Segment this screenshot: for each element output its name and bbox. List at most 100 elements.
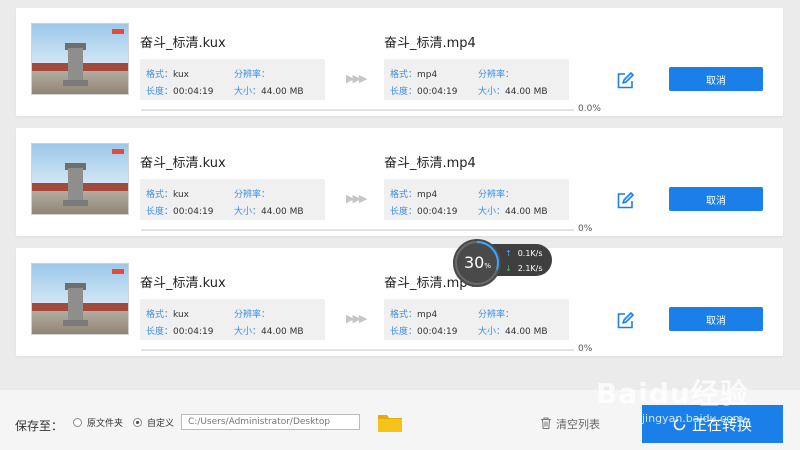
clear-list-button[interactable]: 清空列表 xyxy=(540,416,600,432)
format-field: 格式：kux xyxy=(146,307,189,320)
task-card: 奋斗_标清.kux 格式：kux 分辨率： 长度：00:04:19 大小：44.… xyxy=(16,248,783,356)
progress-percent-value: 30% xyxy=(464,253,492,272)
duration-field: 长度：00:04:19 xyxy=(146,204,213,217)
duration-value: 00:04:19 xyxy=(417,207,458,217)
format-label: 格式： xyxy=(390,310,418,320)
size-label: 大小： xyxy=(234,87,262,97)
format-field: 格式：mp4 xyxy=(390,187,437,200)
duration-field: 长度：00:04:19 xyxy=(390,324,457,337)
video-thumbnail xyxy=(31,23,129,95)
resolution-field: 分辨率： xyxy=(478,67,514,80)
progress-bar xyxy=(141,229,574,231)
upload-speed: ↑ 0.1K/s xyxy=(505,249,543,258)
resolution-field: 分辨率： xyxy=(234,187,270,200)
resolution-label: 分辨率： xyxy=(478,190,515,200)
radio-original-folder[interactable] xyxy=(73,418,82,427)
format-field: 格式：kux xyxy=(146,67,189,80)
size-label: 大小： xyxy=(478,207,506,217)
format-value: mp4 xyxy=(417,190,438,200)
speed-widget[interactable]: 30% ↑ 0.1K/s ↓ 2.1K/s xyxy=(453,239,553,287)
source-meta: 格式：kux 分辨率： 长度：00:04:19 大小：44.00 MB xyxy=(140,299,325,340)
watermark-url: jingyan.baidu.com xyxy=(642,412,744,425)
duration-value: 00:04:19 xyxy=(173,87,214,97)
source-meta: 格式：kux 分辨率： 长度：00:04:19 大小：44.00 MB xyxy=(140,59,325,100)
target-meta: 格式：mp4 分辨率： 长度：00:04:19 大小：44.00 MB xyxy=(384,59,569,100)
progress-bar xyxy=(141,349,574,351)
duration-label: 长度： xyxy=(390,207,418,217)
radio-original-folder-label[interactable]: 原文件夹 xyxy=(87,416,123,429)
size-field: 大小：44.00 MB xyxy=(478,324,548,337)
resolution-label: 分辨率： xyxy=(478,70,515,80)
format-field: 格式：mp4 xyxy=(390,67,437,80)
resolution-field: 分辨率： xyxy=(234,307,270,320)
resolution-field: 分辨率： xyxy=(478,187,514,200)
arrows-icon: ▶▶▶ xyxy=(346,312,367,325)
size-field: 大小：44.00 MB xyxy=(234,324,304,337)
size-value: 44.00 MB xyxy=(505,207,548,217)
size-value: 44.00 MB xyxy=(261,207,304,217)
target-meta: 格式：mp4 分辨率： 长度：00:04:19 大小：44.00 MB xyxy=(384,179,569,220)
radio-custom-folder[interactable] xyxy=(133,418,142,427)
arrows-icon: ▶▶▶ xyxy=(346,192,367,205)
arrow-down-icon: ↓ xyxy=(505,264,512,273)
output-path-field[interactable] xyxy=(181,414,360,430)
cancel-button[interactable]: 取消 xyxy=(669,67,763,91)
trash-icon xyxy=(541,417,551,429)
edit-icon[interactable] xyxy=(616,192,634,210)
target-filename: 奋斗_标清.mp4 xyxy=(384,36,476,51)
cancel-button[interactable]: 取消 xyxy=(669,307,763,331)
duration-field: 长度：00:04:19 xyxy=(390,204,457,217)
duration-label: 长度： xyxy=(146,87,174,97)
cancel-button[interactable]: 取消 xyxy=(669,187,763,211)
format-label: 格式： xyxy=(146,190,174,200)
size-label: 大小： xyxy=(478,87,506,97)
download-speed: ↓ 2.1K/s xyxy=(505,264,543,273)
resolution-label: 分辨率： xyxy=(234,310,271,320)
size-value: 44.00 MB xyxy=(505,87,548,97)
format-label: 格式： xyxy=(146,70,174,80)
size-value: 44.00 MB xyxy=(505,327,548,337)
size-value: 44.00 MB xyxy=(261,327,304,337)
duration-value: 00:04:19 xyxy=(417,87,458,97)
source-filename: 奋斗_标清.kux xyxy=(140,276,226,291)
format-label: 格式： xyxy=(146,310,174,320)
duration-label: 长度： xyxy=(146,327,174,337)
duration-value: 00:04:19 xyxy=(417,327,458,337)
resolution-label: 分辨率： xyxy=(234,70,271,80)
resolution-field: 分辨率： xyxy=(478,307,514,320)
folder-icon[interactable] xyxy=(377,411,403,433)
progress-percent: 0% xyxy=(578,224,593,234)
arrows-icon: ▶▶▶ xyxy=(346,72,367,85)
size-label: 大小： xyxy=(234,327,262,337)
duration-label: 长度： xyxy=(146,207,174,217)
format-value: kux xyxy=(173,310,189,320)
edit-icon[interactable] xyxy=(616,72,634,90)
format-value: mp4 xyxy=(417,310,438,320)
arrow-up-icon: ↑ xyxy=(505,249,512,258)
radio-custom-folder-label[interactable]: 自定义 xyxy=(147,416,174,429)
task-card: 奋斗_标清.kux 格式：kux 分辨率： 长度：00:04:19 大小：44.… xyxy=(16,8,783,116)
edit-icon[interactable] xyxy=(616,312,634,330)
duration-value: 00:04:19 xyxy=(173,207,214,217)
size-field: 大小：44.00 MB xyxy=(478,204,548,217)
size-field: 大小：44.00 MB xyxy=(234,84,304,97)
duration-field: 长度：00:04:19 xyxy=(390,84,457,97)
resolution-label: 分辨率： xyxy=(234,190,271,200)
format-value: mp4 xyxy=(417,70,438,80)
duration-label: 长度： xyxy=(390,327,418,337)
save-to-label: 保存至： xyxy=(15,419,64,433)
format-field: 格式：kux xyxy=(146,187,189,200)
video-thumbnail xyxy=(31,143,129,215)
source-filename: 奋斗_标清.kux xyxy=(140,156,226,171)
video-thumbnail xyxy=(31,263,129,335)
duration-field: 长度：00:04:19 xyxy=(146,84,213,97)
resolution-label: 分辨率： xyxy=(478,310,515,320)
duration-value: 00:04:19 xyxy=(173,327,214,337)
task-card: 奋斗_标清.kux 格式：kux 分辨率： 长度：00:04:19 大小：44.… xyxy=(16,128,783,236)
size-label: 大小： xyxy=(234,207,262,217)
size-value: 44.00 MB xyxy=(261,87,304,97)
duration-label: 长度： xyxy=(390,87,418,97)
format-field: 格式：mp4 xyxy=(390,307,437,320)
progress-percent: 0% xyxy=(578,344,593,354)
progress-percent: 0.0% xyxy=(578,104,601,114)
